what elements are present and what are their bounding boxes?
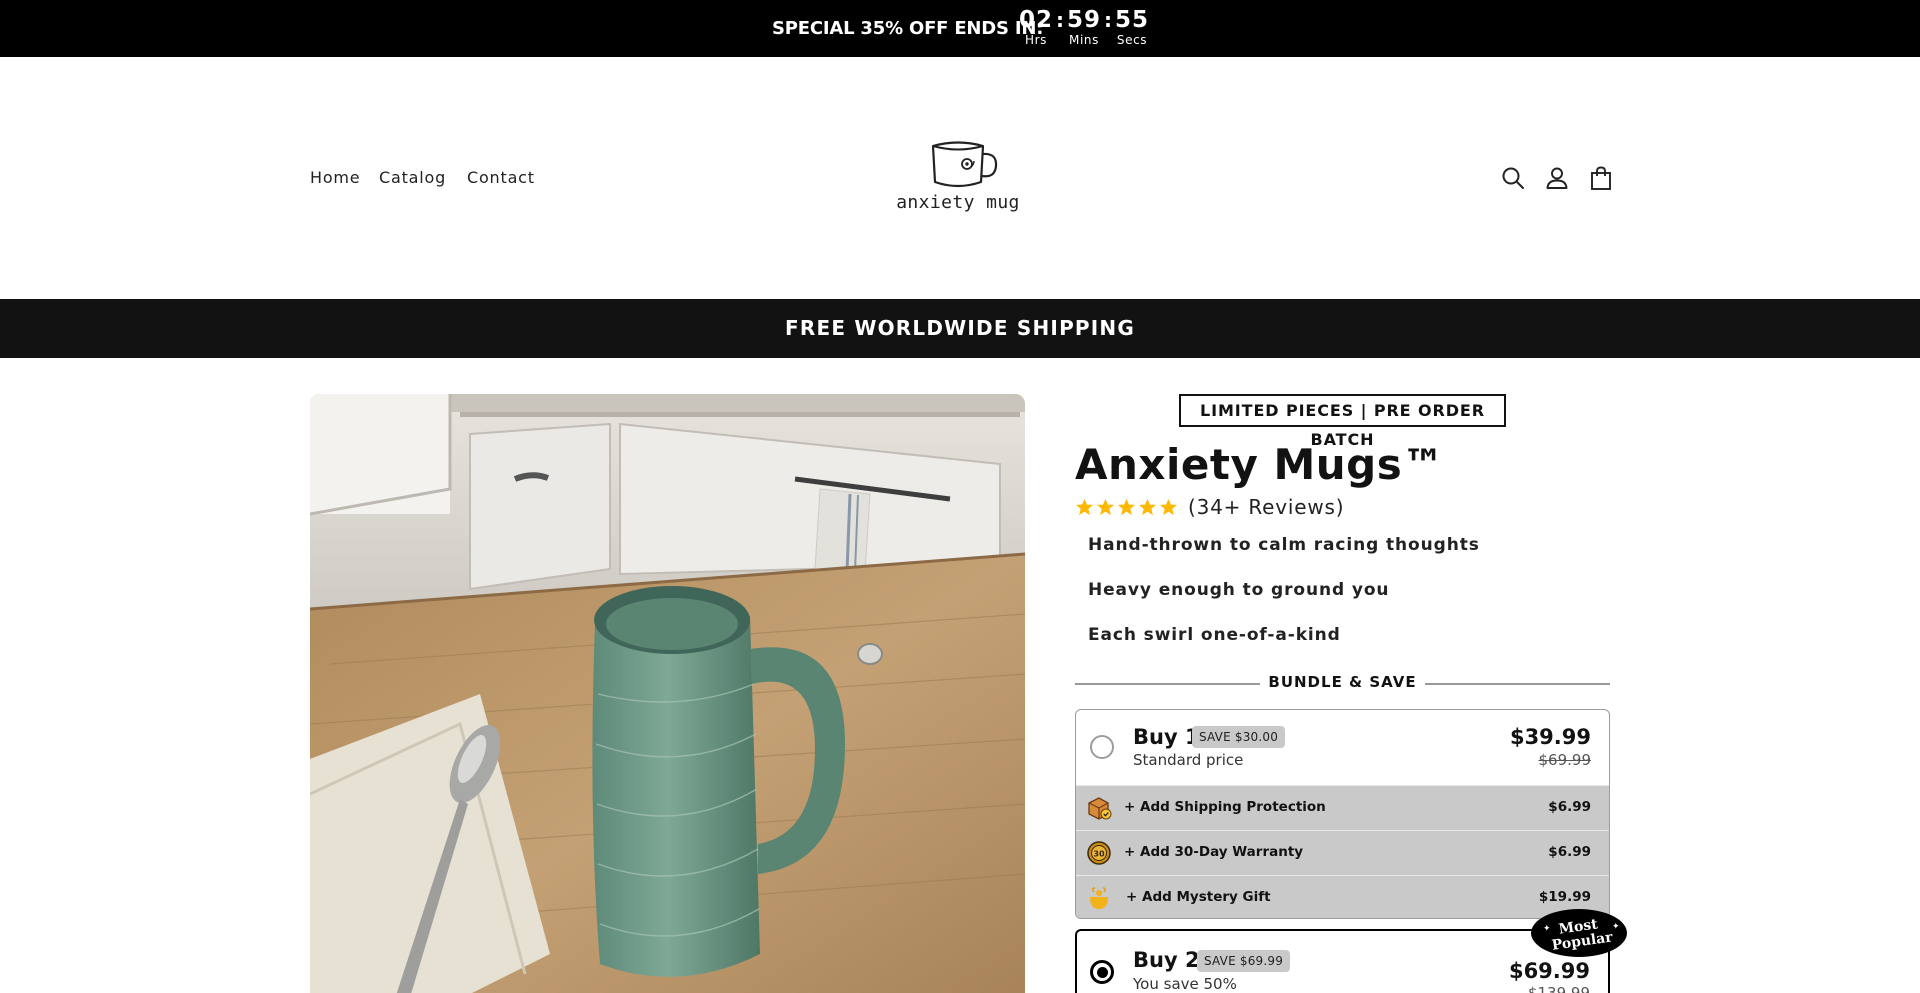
offer-subtitle: Standard price [1133, 751, 1244, 769]
addon-shipping-protection[interactable]: + Add Shipping Protection $6.99 [1076, 785, 1609, 830]
star-icon [1159, 498, 1178, 515]
addon-label: + Add 30-Day Warranty [1124, 844, 1304, 860]
countdown-hours: 02 Hrs [1016, 6, 1056, 46]
shipping-banner: FREE WORLDWIDE SHIPPING [0, 299, 1920, 358]
addon-label: + Add Shipping Protection [1124, 799, 1326, 815]
account-icon[interactable] [1544, 165, 1570, 191]
cart-icon[interactable] [1588, 165, 1614, 191]
seconds-label: Secs [1116, 33, 1148, 47]
offer-old-price: $139.99 [1527, 984, 1590, 993]
star-rating [1075, 498, 1178, 517]
nav-contact[interactable]: Contact [467, 168, 535, 187]
logo-text: anxiety mug [896, 192, 1020, 213]
benefit-item: Each swirl one-of-a-kind [1088, 625, 1341, 645]
minutes-value: 59 [1066, 7, 1101, 33]
site-logo[interactable]: anxiety mug [896, 134, 1020, 230]
offer-price: $69.99 [1508, 959, 1590, 983]
countdown-seconds: 55 Secs [1112, 6, 1152, 46]
bundle-header: BUNDLE & SAVE [1075, 673, 1610, 695]
svg-text:30: 30 [1093, 850, 1105, 859]
review-count[interactable]: (34+ Reviews) [1188, 495, 1344, 519]
countdown-separator: : [1104, 8, 1112, 32]
search-icon[interactable] [1500, 165, 1526, 191]
offer-name: Buy 2 [1133, 948, 1200, 972]
most-popular-badge: Most Popular ✦ ✦ [1531, 909, 1627, 957]
site-header: Home Catalog Contact anxiety mug [0, 57, 1920, 299]
save-badge: SAVE $30.00 [1192, 726, 1286, 748]
warranty-icon: 30 [1087, 841, 1111, 865]
offer-price: $39.99 [1509, 725, 1591, 749]
countdown-title: SPECIAL 35% OFF ENDS IN: [772, 18, 1044, 39]
save-badge: SAVE $69.99 [1197, 950, 1291, 972]
offer-subtitle: You save 50% [1133, 975, 1237, 993]
minutes-label: Mins [1069, 33, 1099, 47]
countdown-bar: SPECIAL 35% OFF ENDS IN: 02 Hrs : 59 Min… [0, 0, 1920, 57]
addon-warranty[interactable]: 30 + Add 30-Day Warranty $6.99 [1076, 830, 1609, 875]
bundle-title: BUNDLE & SAVE [1260, 673, 1425, 691]
addon-price: $6.99 [1548, 799, 1591, 815]
radio-buy1[interactable] [1090, 735, 1114, 759]
countdown-minutes: 59 Mins [1064, 6, 1104, 46]
star-icon [1138, 498, 1157, 515]
mug-photo [310, 394, 1025, 993]
offer-old-price: $69.99 [1538, 751, 1592, 769]
rating-row[interactable]: (34+ Reviews) [1075, 494, 1344, 520]
mug-logo-icon [931, 141, 998, 188]
addon-label: + Add Mystery Gift [1126, 889, 1271, 905]
benefit-item: Heavy enough to ground you [1088, 580, 1390, 600]
nav-catalog[interactable]: Catalog [379, 168, 446, 187]
product-title: Anxiety Mugs™ [1075, 440, 1445, 489]
svg-text:✦: ✦ [1543, 924, 1551, 934]
limited-badge: LIMITED PIECES | PRE ORDER BATCH [1179, 394, 1506, 449]
star-icon [1096, 498, 1115, 515]
addon-price: $6.99 [1548, 844, 1591, 860]
star-icon [1075, 498, 1094, 515]
countdown-separator: : [1056, 8, 1064, 32]
offer-name: Buy 1 [1133, 725, 1200, 749]
hours-value: 02 [1018, 7, 1053, 33]
hours-label: Hrs [1024, 33, 1047, 47]
radio-buy2[interactable] [1090, 960, 1114, 984]
svg-text:✦: ✦ [1612, 922, 1620, 932]
benefit-item: Hand-thrown to calm racing thoughts [1088, 535, 1480, 555]
product-image[interactable] [310, 394, 1025, 993]
nav-home[interactable]: Home [310, 168, 360, 187]
seconds-value: 55 [1114, 7, 1149, 33]
bundle-option-buy1[interactable]: Buy 1 SAVE $30.00 Standard price $39.99 … [1075, 709, 1610, 919]
addon-price: $19.99 [1538, 889, 1591, 905]
gift-icon [1090, 887, 1108, 909]
shipping-protection-icon [1088, 797, 1112, 820]
star-icon [1117, 498, 1136, 515]
